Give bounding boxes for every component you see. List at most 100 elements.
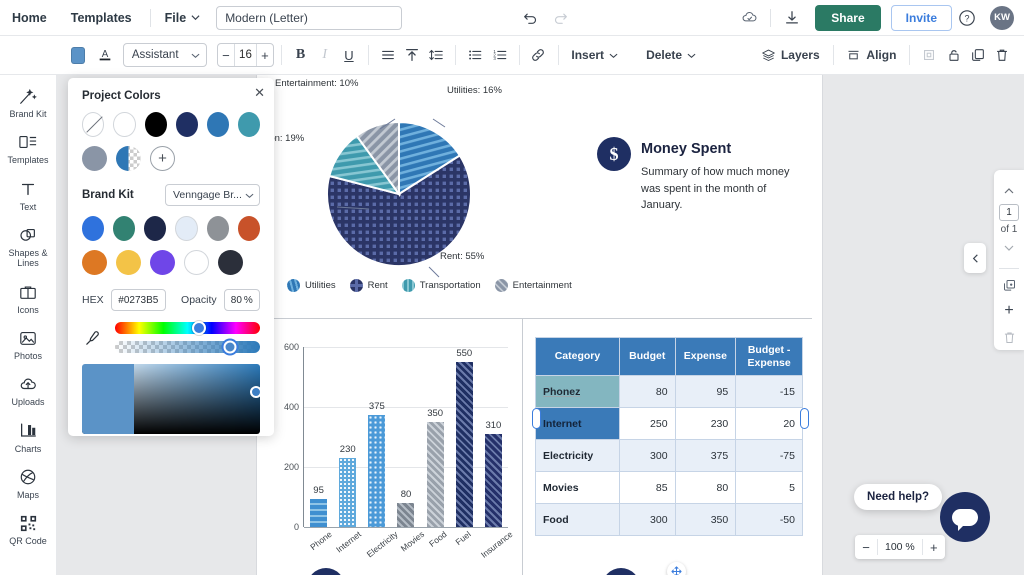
zoom-out-button[interactable]: −	[855, 535, 877, 559]
insert-menu[interactable]: Insert	[565, 48, 624, 62]
table-cell-budget[interactable]: 80	[619, 376, 675, 408]
bar-chart[interactable]: 600 400 200 0 95 230 375 80 350	[271, 347, 516, 575]
table-cell-budget[interactable]: 300	[619, 504, 675, 536]
sidebar-item-text[interactable]: Text	[0, 172, 56, 218]
color-picker-panel[interactable]: ✕ Project Colors + Brand Kit Venngage Br…	[68, 78, 274, 436]
table-cell-diff[interactable]: -75	[736, 440, 803, 472]
table-row[interactable]: Movies 85 80 5	[536, 472, 803, 504]
table-cell-category[interactable]: Phonez	[536, 376, 620, 408]
move-handle[interactable]	[667, 562, 686, 575]
undo-button[interactable]	[517, 5, 543, 31]
table-cell-category[interactable]: Food	[536, 504, 620, 536]
brand-swatch-gray[interactable]	[207, 216, 229, 241]
brand-swatch-charcoal[interactable]	[218, 250, 243, 275]
nav-templates[interactable]: Templates	[59, 11, 144, 25]
table-cell-expense[interactable]: 80	[675, 472, 736, 504]
alpha-slider[interactable]	[115, 341, 260, 353]
delete-menu[interactable]: Delete	[640, 48, 702, 62]
hue-slider[interactable]	[115, 322, 260, 334]
table-cell-diff[interactable]: -50	[736, 504, 803, 536]
text-align-icon[interactable]	[378, 42, 398, 68]
numbered-list-icon[interactable]: 123	[489, 42, 509, 68]
add-page-button[interactable]: +	[998, 301, 1020, 321]
font-size-increase[interactable]: +	[257, 44, 272, 66]
swatch-navy[interactable]	[176, 112, 198, 137]
table-cell-expense[interactable]: 350	[675, 504, 736, 536]
sidebar-item-qr-code[interactable]: QR Code	[0, 506, 56, 552]
hue-slider-knob[interactable]	[192, 321, 206, 335]
table-cell-expense[interactable]: 95	[675, 376, 736, 408]
table-cell-budget[interactable]: 250	[619, 408, 675, 440]
table-cell-diff[interactable]: -15	[736, 376, 803, 408]
brand-swatch-pale-blue[interactable]	[175, 216, 197, 241]
brand-swatch-orange[interactable]	[82, 250, 107, 275]
page-number-input[interactable]: 1	[999, 204, 1019, 221]
brand-swatch-purple[interactable]	[150, 250, 175, 275]
fill-color-swatch[interactable]	[71, 47, 85, 64]
share-button[interactable]: Share	[815, 5, 880, 31]
table-resize-handle-left[interactable]	[532, 408, 541, 429]
zoom-value[interactable]: 100 %	[877, 539, 923, 555]
duplicate-page-icon[interactable]	[998, 275, 1020, 295]
saturation-value-area[interactable]	[82, 364, 260, 434]
page-down-button[interactable]	[998, 238, 1020, 258]
saturation-value-knob[interactable]	[250, 386, 262, 398]
swatch-black[interactable]	[145, 112, 167, 137]
line-spacing-icon[interactable]	[426, 42, 446, 68]
brand-swatch-rust[interactable]	[238, 216, 260, 241]
table-cell-expense[interactable]: 230	[675, 408, 736, 440]
lock-icon[interactable]	[943, 42, 963, 68]
pie-chart[interactable]: Entertainment: 10% Utilities: 16% Transp…	[277, 79, 577, 279]
budget-table[interactable]: Category Budget Expense Budget - Expense…	[535, 337, 803, 536]
brand-swatch-yellow[interactable]	[116, 250, 141, 275]
table-cell-category[interactable]: Internet	[536, 408, 620, 440]
underline-button[interactable]: U	[339, 42, 359, 68]
table-cell-expense[interactable]: 375	[675, 440, 736, 472]
sidebar-item-uploads[interactable]: Uploads	[0, 367, 56, 413]
invite-button[interactable]: Invite	[891, 5, 952, 31]
eyedropper-icon[interactable]	[84, 330, 101, 347]
redo-button[interactable]	[547, 5, 573, 31]
sidebar-item-icons[interactable]: Icons	[0, 275, 56, 321]
sidebar-item-brand-kit[interactable]: Brand Kit	[0, 79, 56, 125]
page-up-button[interactable]	[998, 181, 1020, 201]
swatch-blue[interactable]	[207, 112, 229, 137]
nav-home[interactable]: Home	[0, 11, 59, 25]
brand-swatch-navy[interactable]	[144, 216, 166, 241]
sidebar-item-maps[interactable]: Maps	[0, 460, 56, 506]
chat-widget-button[interactable]	[940, 492, 990, 542]
vertical-align-top-icon[interactable]	[402, 42, 422, 68]
bold-button[interactable]: B	[290, 42, 310, 68]
swatch-teal[interactable]	[238, 112, 260, 137]
file-menu[interactable]: File	[157, 11, 209, 25]
zoom-in-button[interactable]: +	[923, 535, 945, 559]
alpha-slider-knob[interactable]	[223, 341, 236, 354]
text-color-icon[interactable]: A	[95, 42, 115, 68]
document-title-input[interactable]: Modern (Letter)	[216, 6, 402, 30]
align-button[interactable]: Align	[840, 48, 902, 63]
swatch-white[interactable]	[113, 112, 135, 137]
opacity-input[interactable]: 80 %	[224, 289, 260, 311]
help-icon[interactable]: ?	[954, 5, 980, 31]
table-cell-diff[interactable]: 20	[736, 408, 803, 440]
swatch-transparent[interactable]	[82, 112, 104, 137]
font-family-select[interactable]: Assistant	[123, 43, 207, 67]
table-cell-category[interactable]: Electricity	[536, 440, 620, 472]
bullet-list-icon[interactable]	[465, 42, 485, 68]
italic-button[interactable]: I	[315, 42, 335, 68]
table-row[interactable]: Electricity 300 375 -75	[536, 440, 803, 472]
font-size-decrease[interactable]: −	[218, 44, 233, 66]
font-size-value[interactable]: 16	[234, 44, 258, 66]
zoom-control[interactable]: − 100 % +	[855, 535, 945, 559]
table-row[interactable]: Phonez 80 95 -15	[536, 376, 803, 408]
swatch-gradient-transparency[interactable]	[116, 146, 141, 171]
sidebar-item-charts[interactable]: Charts	[0, 414, 56, 460]
duplicate-icon[interactable]	[968, 42, 988, 68]
table-row[interactable]: Internet 250 230 20	[536, 408, 803, 440]
design-page[interactable]: Entertainment: 10% Utilities: 16% Transp…	[257, 75, 822, 575]
table-cell-budget[interactable]: 300	[619, 440, 675, 472]
brand-swatch-white[interactable]	[184, 250, 209, 275]
close-icon[interactable]: ✕	[254, 85, 265, 101]
sidebar-item-photos[interactable]: Photos	[0, 321, 56, 367]
sidebar-item-shapes-lines[interactable]: Shapes & Lines	[0, 218, 56, 275]
